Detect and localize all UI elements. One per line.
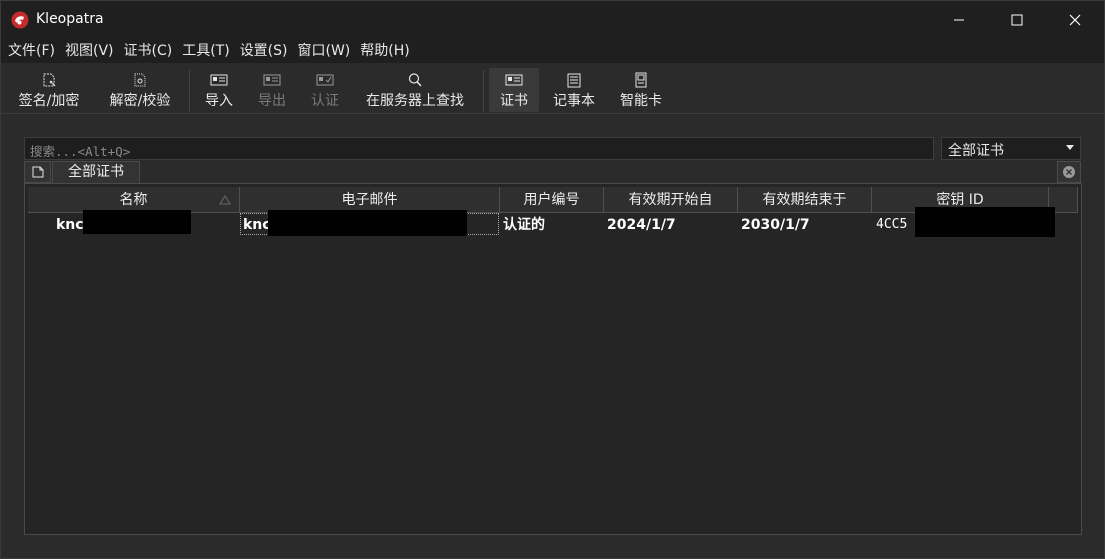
decrypt-verify-label: 解密/校验 <box>109 93 171 109</box>
column-header-user-ids[interactable]: 用户编号 <box>500 187 604 213</box>
decrypt-verify-button[interactable]: 解密/校验 <box>104 68 176 112</box>
new-tab-button[interactable] <box>24 161 51 183</box>
import-button[interactable]: 导入 <box>201 68 237 112</box>
kleopatra-window: Kleopatra 文件(F) 视图(V) 证书(C) 工具(T) 设置(S) … <box>0 0 1105 559</box>
lookup-on-server-button[interactable]: 在服务器上查找 <box>359 68 471 112</box>
cell-user-ids: 认证的 <box>503 217 545 233</box>
sort-ascending-icon <box>219 195 231 205</box>
certificates-view-label: 证书 <box>500 93 528 109</box>
redaction-box <box>83 210 191 234</box>
sign-encrypt-icon <box>43 73 56 87</box>
certificate-filter-value: 全部证书 <box>948 143 1004 159</box>
notepad-icon <box>567 73 581 88</box>
column-header-valid-from[interactable]: 有效期开始自 <box>604 187 738 213</box>
certificate-icon <box>505 74 523 86</box>
menu-help[interactable]: 帮助(H) <box>355 39 414 63</box>
smartcard-icon <box>635 72 647 88</box>
redaction-box <box>268 210 467 236</box>
import-label: 导入 <box>205 93 233 109</box>
chevron-down-icon <box>1066 145 1074 150</box>
menu-tools[interactable]: 工具(T) <box>177 39 234 63</box>
notepad-view-button[interactable]: 记事本 <box>547 68 601 112</box>
new-tab-icon <box>32 166 43 178</box>
lookup-on-server-label: 在服务器上查找 <box>366 93 464 109</box>
toolbar-separator <box>189 70 190 112</box>
close-button[interactable] <box>1046 1 1104 39</box>
close-tab-button[interactable] <box>1057 161 1081 183</box>
toolbar-separator <box>483 70 484 112</box>
menu-window[interactable]: 窗口(W) <box>293 39 356 63</box>
minimize-button[interactable] <box>930 1 988 39</box>
export-icon <box>263 74 281 86</box>
maximize-icon <box>1011 14 1023 26</box>
export-button[interactable]: 导出 <box>254 68 290 112</box>
menu-view[interactable]: 视图(V) <box>60 39 119 63</box>
certificates-view-button[interactable]: 证书 <box>489 68 539 112</box>
decrypt-verify-icon <box>134 73 146 87</box>
menu-file[interactable]: 文件(F) <box>3 39 60 63</box>
cell-name: knc <box>56 217 84 233</box>
certify-icon <box>316 74 334 86</box>
sign-encrypt-button[interactable]: 签名/加密 <box>13 68 85 112</box>
column-header-valid-until[interactable]: 有效期结束于 <box>738 187 872 213</box>
window-title: Kleopatra <box>36 11 104 27</box>
cell-valid-from: 2024/1/7 <box>607 217 676 233</box>
search-input[interactable]: 搜索...<Alt+Q> <box>24 137 934 160</box>
maximize-button[interactable] <box>988 1 1046 39</box>
cell-email: knc <box>243 217 271 233</box>
redaction-box <box>915 207 1055 237</box>
search-icon <box>408 73 422 87</box>
smartcards-view-button[interactable]: 智能卡 <box>614 68 668 112</box>
cell-key-id: 4CC5 <box>876 217 908 232</box>
close-tab-icon <box>1063 166 1075 178</box>
notepad-view-label: 记事本 <box>553 93 595 109</box>
cell-valid-until: 2030/1/7 <box>741 217 810 233</box>
tab-bar: 全部证书 <box>24 161 1081 183</box>
menu-bar: 文件(F) 视图(V) 证书(C) 工具(T) 设置(S) 窗口(W) 帮助(H… <box>1 39 1104 63</box>
menu-certificates[interactable]: 证书(C) <box>119 39 178 63</box>
kleopatra-logo-icon <box>11 11 29 29</box>
sign-encrypt-label: 签名/加密 <box>18 93 80 109</box>
menu-settings[interactable]: 设置(S) <box>235 39 293 63</box>
certificate-table: 名称 电子邮件 用户编号 有效期开始自 有效期结束于 密钥 ID knc knc… <box>24 183 1082 535</box>
close-icon <box>1069 14 1081 26</box>
smartcards-view-label: 智能卡 <box>620 93 662 109</box>
import-icon <box>210 74 228 86</box>
certificate-filter-select[interactable]: 全部证书 <box>941 137 1081 160</box>
certify-button[interactable]: 认证 <box>307 68 343 112</box>
minimize-icon <box>954 19 964 21</box>
export-label: 导出 <box>258 93 286 109</box>
tab-all-certificates[interactable]: 全部证书 <box>52 161 140 183</box>
certify-label: 认证 <box>311 93 339 109</box>
toolbar: 签名/加密 解密/校验 导入 导出 认证 在服务器上查找 证书 记事本 智能卡 <box>1 64 1104 114</box>
title-bar: Kleopatra <box>1 1 1104 39</box>
table-row[interactable]: knc knc 认证的 2024/1/7 2030/1/7 4CC5 <box>28 207 1078 237</box>
